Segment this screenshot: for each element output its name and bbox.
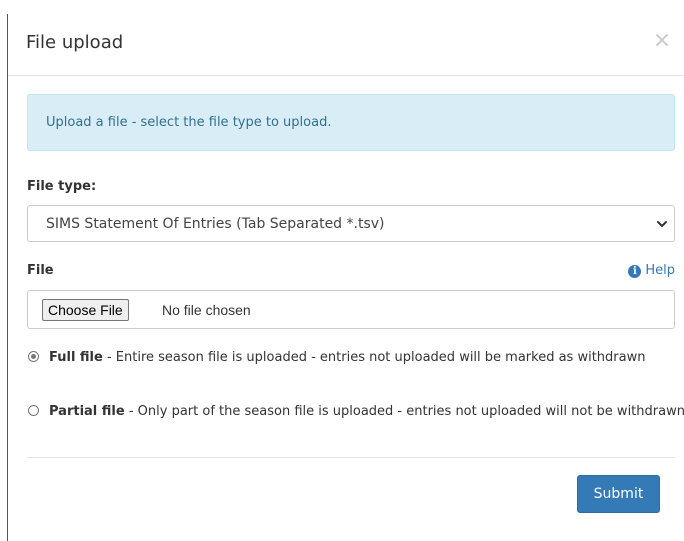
info-circle-icon: i (628, 264, 642, 278)
footer-divider (27, 457, 675, 458)
full-file-text: Full file - Entire season file is upload… (49, 348, 684, 368)
close-button[interactable]: × (650, 27, 674, 55)
page: File upload × Upload a file - select the… (0, 0, 684, 541)
help-link[interactable]: i Help (628, 262, 675, 280)
file-type-selected-value: SIMS Statement Of Entries (Tab Separated… (46, 216, 385, 232)
file-type-label: File type: (27, 179, 97, 194)
alert-text: Upload a file - select the file type to … (46, 115, 332, 130)
modal-header: File upload × (8, 0, 684, 76)
partial-file-text: Partial file - Only part of the season f… (49, 402, 684, 422)
file-type-select[interactable]: SIMS Statement Of Entries (Tab Separated… (27, 205, 675, 242)
file-upload-modal: File upload × Upload a file - select the… (8, 0, 684, 541)
close-icon: × (652, 28, 672, 53)
file-input[interactable]: Choose File No file chosen (27, 290, 675, 329)
info-alert: Upload a file - select the file type to … (27, 94, 675, 151)
help-label: Help (645, 263, 675, 278)
choose-file-button[interactable]: Choose File (42, 299, 129, 321)
partial-file-title: Partial file (49, 404, 125, 419)
full-file-radio[interactable] (28, 351, 39, 362)
full-file-title: Full file (49, 350, 103, 365)
partial-file-radio[interactable] (28, 405, 39, 416)
file-status: No file chosen (162, 302, 251, 318)
file-label: File (27, 263, 54, 278)
submit-button[interactable]: Submit (577, 475, 660, 513)
modal-title: File upload (26, 32, 124, 53)
full-file-description: - Entire season file is uploaded - entri… (102, 350, 646, 365)
partial-file-description: - Only part of the season file is upload… (124, 404, 684, 419)
chevron-down-icon (657, 221, 667, 227)
